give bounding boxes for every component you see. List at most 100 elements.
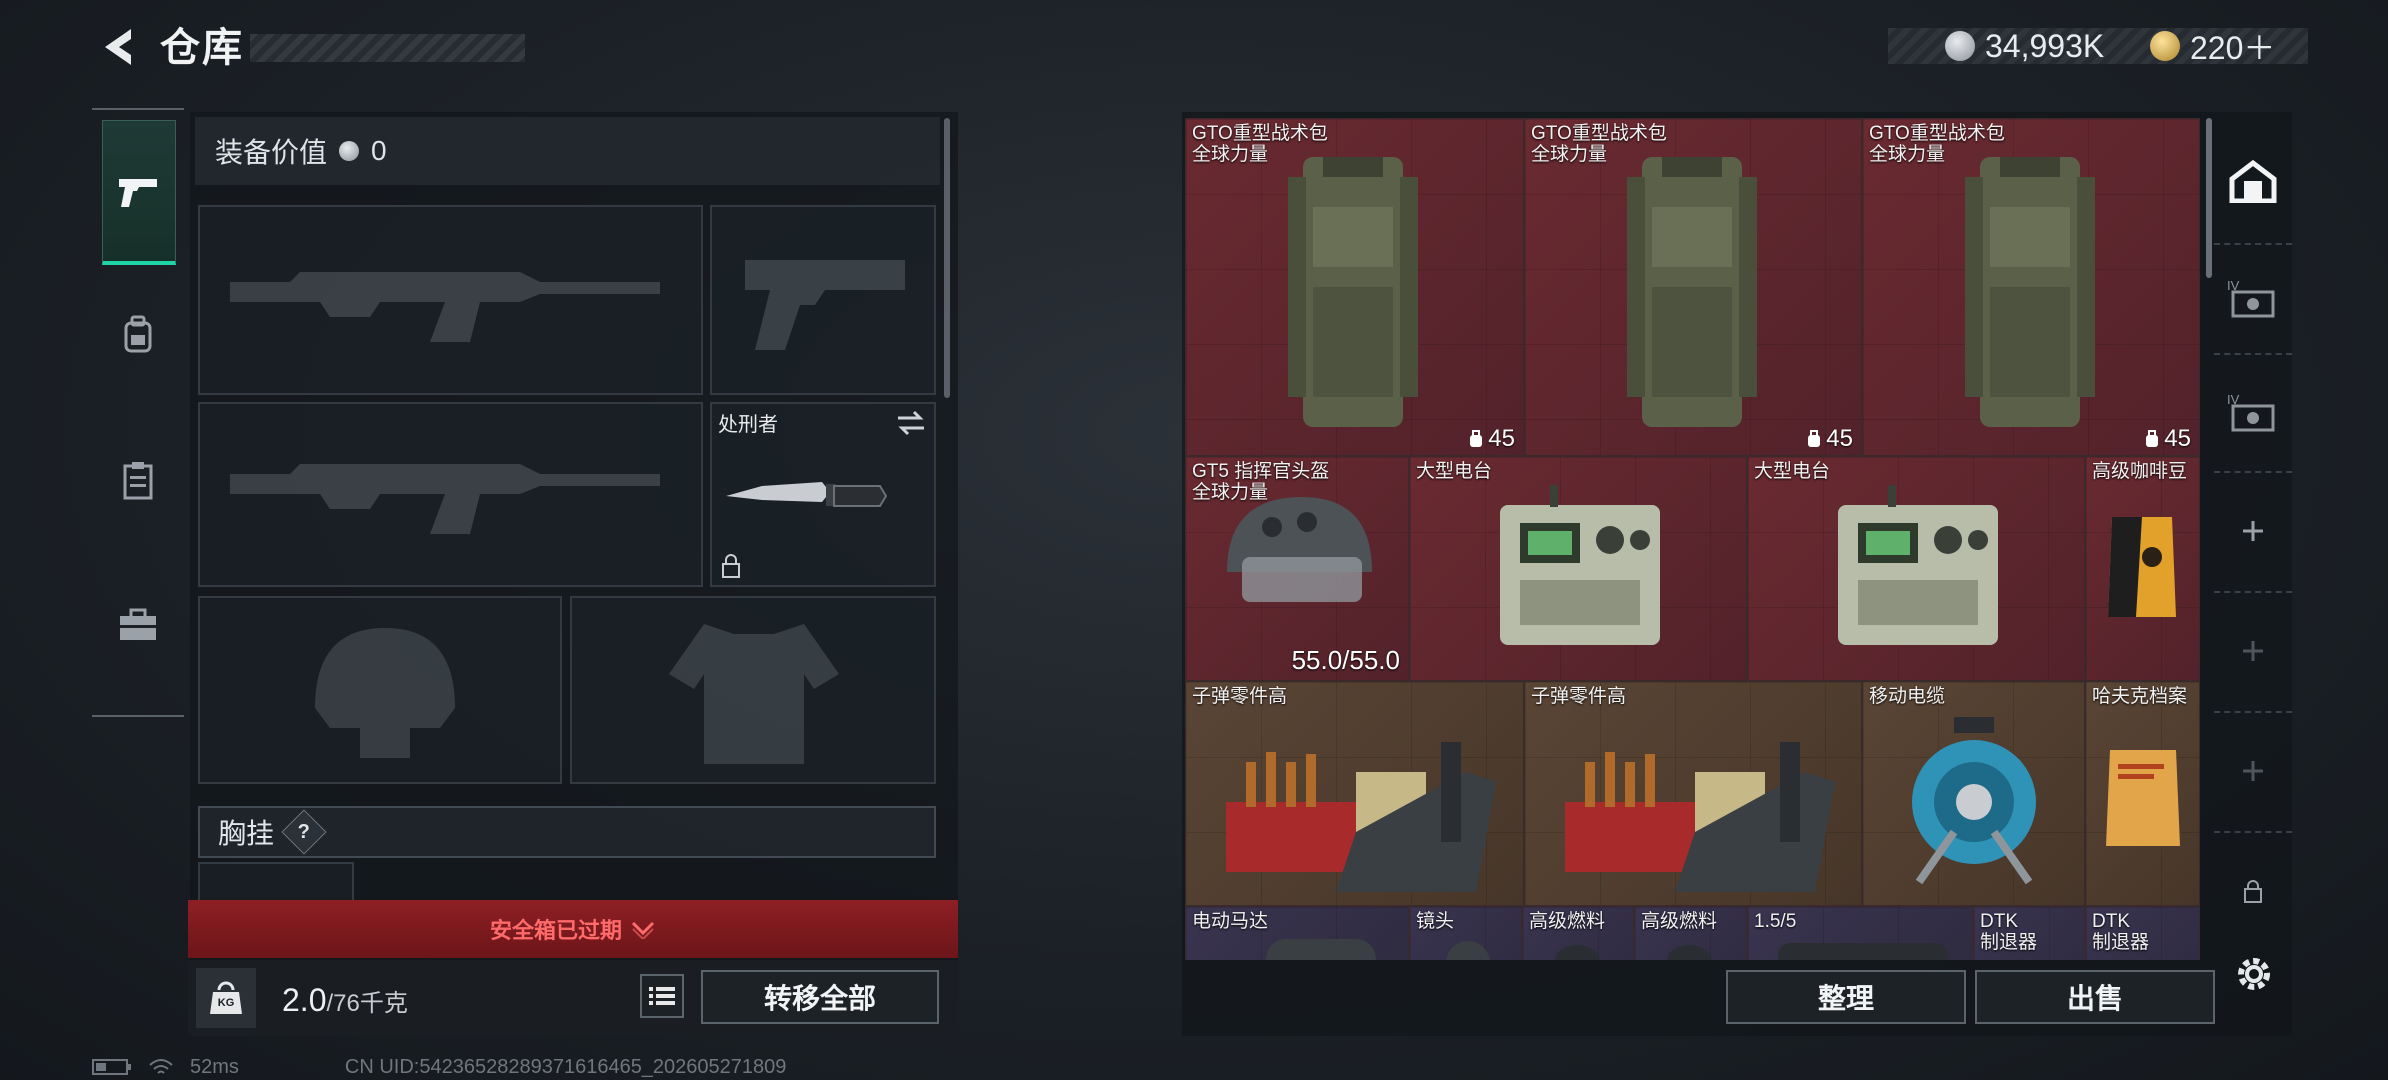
knife-icon <box>726 482 888 507</box>
primary-weapon-slot-2[interactable] <box>198 402 703 587</box>
transfer-all-button[interactable]: 转移全部 <box>701 970 939 1024</box>
item-name: 哈夫克档案 <box>2092 686 2188 707</box>
pistol-icon <box>119 179 157 207</box>
carry-weight: 2.0/76千克 <box>282 978 408 1026</box>
item-name: GTO重型战术包 全球力量 <box>1869 123 2005 165</box>
tier-iv-item-icon: IV <box>2227 278 2275 318</box>
backpack-item-icon <box>1965 157 2095 427</box>
stash-item-scope[interactable]: 1.5/5 <box>1747 906 1973 960</box>
silver-amount: 34,993K <box>1985 27 2105 64</box>
uid-text: CN UID:5423652828937161646​5_20260527180… <box>344 1055 787 1078</box>
help-icon[interactable]: ? <box>281 809 327 855</box>
item-count: 45 <box>1468 425 1515 453</box>
silver-currency[interactable]: 34,993K <box>1945 26 2104 66</box>
tab-add-2[interactable] <box>2214 591 2292 713</box>
rifle-silhouette-icon <box>230 272 660 342</box>
melee-slot[interactable]: 处刑者 <box>710 402 936 587</box>
stash-item-coffee[interactable]: 高级咖啡豆 <box>2085 456 2200 681</box>
item-name: DTK 制退器 <box>1980 911 2038 953</box>
chest-rig-header: 胸挂 ? <box>198 806 936 858</box>
item-name: 子弹零件高 <box>1192 686 1288 707</box>
equipment-value-label: 装备价值 <box>215 137 328 168</box>
system-status-bar: 52ms CN UID:5423652828937161646​5_202605… <box>92 1054 786 1080</box>
gold-amount: 220＋ <box>2190 30 2276 66</box>
stash-item-radio-2[interactable]: 大型电台 <box>1747 456 2085 681</box>
stash-item-backpack-3[interactable]: GTO重型战术包 全球力量 45 <box>1862 118 2200 456</box>
tab-stash-2[interactable]: IV <box>2214 243 2292 355</box>
pistol-silhouette-icon <box>745 260 905 350</box>
nav-armor[interactable] <box>102 410 174 550</box>
stash-item-fuel-1[interactable]: 高级燃料 <box>1522 906 1634 960</box>
item-name: 高级燃料 <box>1529 911 1606 932</box>
lens-item-icon <box>1446 941 1490 960</box>
body-armor-slot[interactable] <box>570 596 936 784</box>
stash-item-ammo-parts-1[interactable]: 子弹零件高 <box>1185 681 1524 906</box>
coffee-bag-icon <box>2108 517 2176 617</box>
motor-item-icon <box>1266 939 1376 960</box>
tab-add-3[interactable] <box>2214 711 2292 833</box>
safebox-expired-banner[interactable]: 安全箱已过期 <box>188 900 958 958</box>
nav-weapons[interactable] <box>102 120 176 265</box>
capacity-icon <box>1808 430 1821 447</box>
stash-item-backpack-1[interactable]: GTO重型战术包 全球力量 45 <box>1185 118 1524 456</box>
back-button[interactable] <box>92 22 142 72</box>
cable-reel-icon <box>1912 717 2036 885</box>
settings-button[interactable] <box>2230 950 2278 998</box>
nav-supplies[interactable] <box>102 555 174 695</box>
helmet-item-icon <box>1227 497 1372 602</box>
stash-item-fuel-2[interactable]: 高级燃料 <box>1634 906 1747 960</box>
stash-item-electric-motor[interactable]: 电动马达 <box>1185 906 1409 960</box>
weight-max: /76千克 <box>326 990 408 1017</box>
stash-tab-nav: IV IV <box>2214 118 2292 960</box>
back-arrow-icon <box>105 29 131 65</box>
tab-stash-3[interactable]: IV <box>2214 353 2292 473</box>
backpack-icon <box>124 315 152 353</box>
stash-grid: GTO重型战术包 全球力量 45 GTO重型战术包 全球力量 45 GTO重型战… <box>1185 118 2200 960</box>
stash-item-cable-reel[interactable]: 移动电缆 <box>1862 681 2085 906</box>
battery-icon <box>92 1059 131 1075</box>
chest-rig-slot[interactable] <box>198 862 354 902</box>
tab-locked[interactable] <box>2214 831 2292 951</box>
wifi-icon <box>149 1059 173 1074</box>
item-name: 电动马达 <box>1192 911 1269 932</box>
item-name: 高级燃料 <box>1641 911 1718 932</box>
gear-icon <box>2238 958 2270 990</box>
scope-item-icon <box>1778 943 1948 960</box>
item-count: 45 <box>1806 425 1853 453</box>
weight-icon-label: KG <box>217 997 235 1009</box>
ammo-parts-icon <box>1565 742 1835 892</box>
sort-button[interactable]: 整理 <box>1726 970 1966 1024</box>
item-name: GT5 指挥官头盔 全球力量 <box>1192 461 1330 503</box>
tab-home-base[interactable] <box>2214 118 2292 245</box>
sidearm-slot[interactable] <box>710 205 936 395</box>
stash-item-muzzle-brake-1[interactable]: DTK 制退器 <box>1973 906 2085 960</box>
page-title: 仓库 <box>160 26 244 70</box>
helmet-silhouette-icon <box>315 628 455 758</box>
chevron-down-icon <box>631 921 655 939</box>
item-count-value: 45 <box>1488 425 1515 452</box>
stash-item-lens[interactable]: 镜头 <box>1409 906 1522 960</box>
capacity-icon <box>1470 430 1483 447</box>
equipment-scrollbar[interactable] <box>944 118 950 398</box>
helmet-slot[interactable] <box>198 596 562 784</box>
stash-item-helmet[interactable]: GT5 指挥官头盔 全球力量 55.0/55.0 <box>1185 456 1409 681</box>
sell-button[interactable]: 出售 <box>1975 970 2215 1024</box>
stash-item-radio-1[interactable]: 大型电台 <box>1409 456 1747 681</box>
stash-item-hafk-file[interactable]: 哈夫克档案 <box>2085 681 2200 906</box>
list-view-button[interactable] <box>640 974 684 1018</box>
ping-value: 52ms <box>190 1055 239 1078</box>
silver-coin-icon <box>1945 31 1975 61</box>
gold-currency[interactable]: 220＋ <box>2150 26 2275 66</box>
stash-item-ammo-parts-2[interactable]: 子弹零件高 <box>1524 681 1862 906</box>
clipboard-icon <box>123 462 153 500</box>
lock-icon <box>2244 880 2262 903</box>
stash-scrollbar[interactable] <box>2206 118 2212 278</box>
primary-weapon-slot-1[interactable] <box>198 205 703 395</box>
silver-coin-icon <box>339 141 360 161</box>
radio-item-icon <box>1500 485 1660 645</box>
nav-backpack[interactable] <box>102 265 174 405</box>
stash-item-backpack-2[interactable]: GTO重型战术包 全球力量 45 <box>1524 118 1862 456</box>
stash-item-muzzle-brake-2[interactable]: DTK 制退器 <box>2085 906 2200 960</box>
tab-add-1[interactable] <box>2214 471 2292 593</box>
backpack-item-icon <box>1288 157 1418 427</box>
